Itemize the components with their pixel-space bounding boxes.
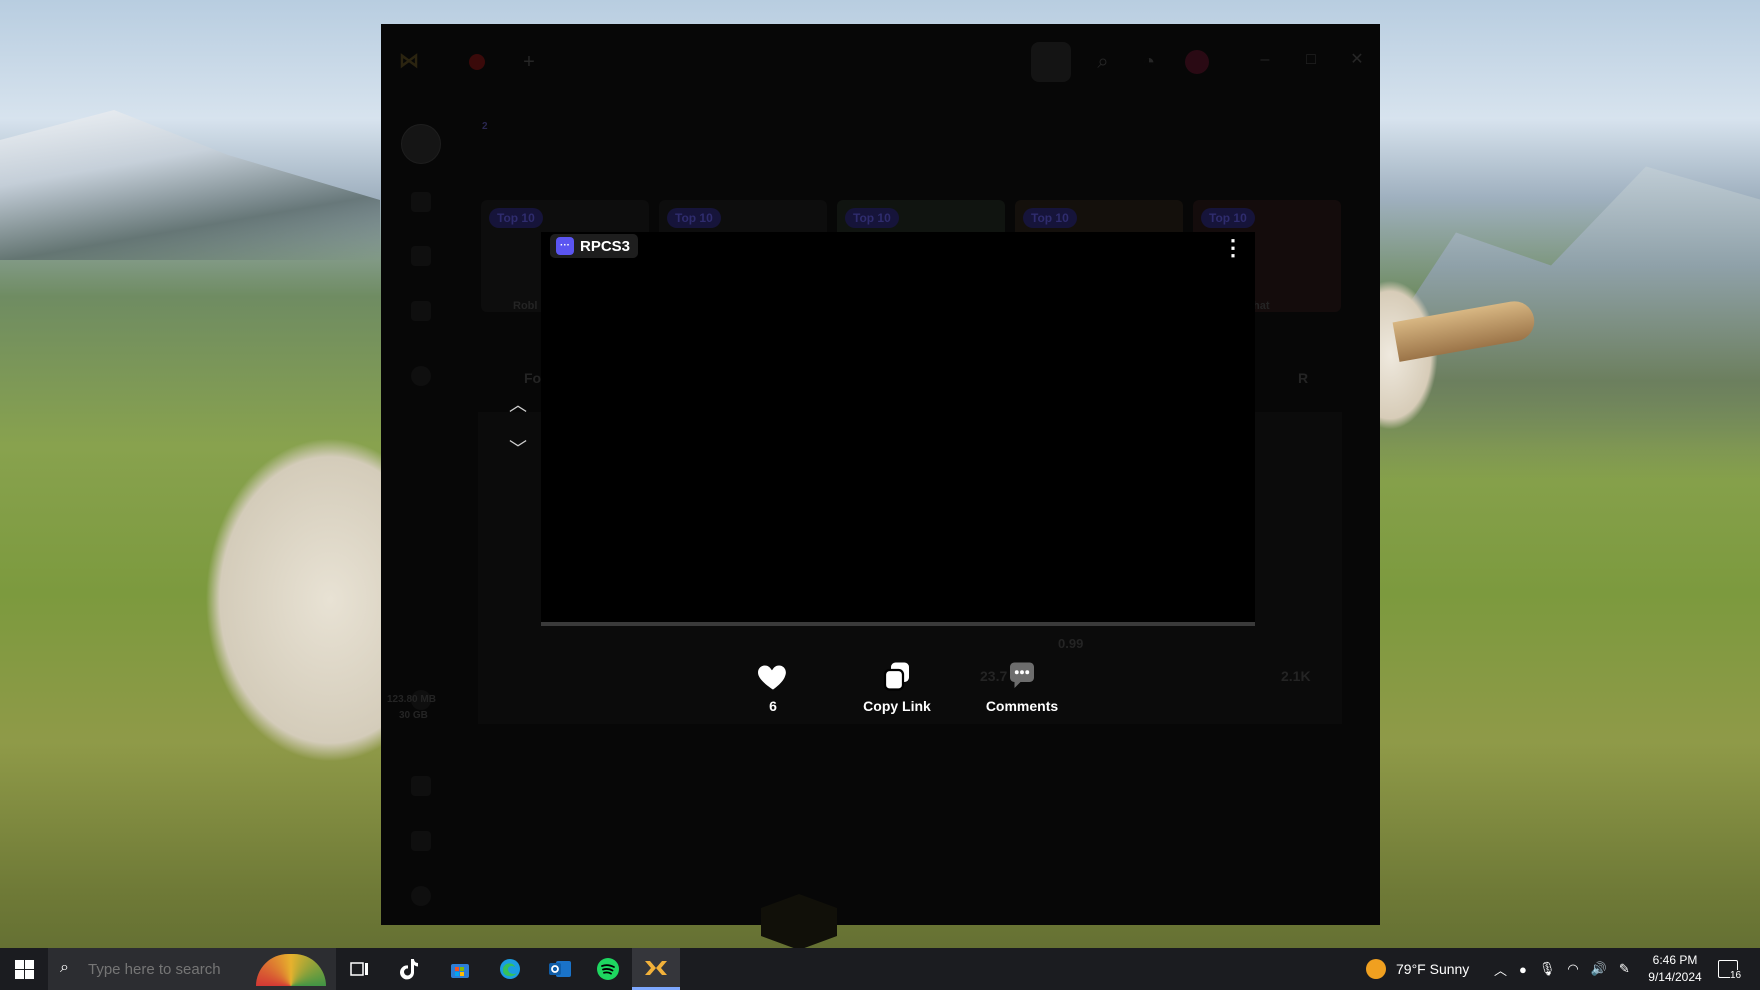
settings-icon[interactable]	[411, 886, 431, 906]
chevron-up-icon[interactable]: ︿	[1494, 960, 1507, 979]
top10-tag: Top 10	[667, 208, 721, 228]
minimize-button[interactable]: –	[1250, 48, 1280, 72]
search-icon: ⌕	[60, 959, 69, 976]
like-count: 6	[769, 698, 777, 714]
add-circle-icon[interactable]	[411, 366, 431, 386]
bell-icon[interactable]: ◔	[1137, 50, 1161, 74]
card-label: Robl	[513, 300, 538, 312]
add-icon[interactable]: +	[517, 50, 541, 74]
chat-icon[interactable]	[411, 301, 431, 321]
volume-icon[interactable]: 🔊	[1591, 961, 1607, 977]
weather-text: 79°F Sunny	[1396, 961, 1470, 977]
taskbar: ⌕ 79°F Sunny ︿ ● 🎙 ◠ 🔊 ✎ 6:46 PM 9/14/20…	[0, 948, 1760, 990]
wifi-icon[interactable]: ◠	[1567, 961, 1578, 977]
like-button[interactable]: 6	[718, 658, 828, 714]
edge-icon[interactable]	[486, 948, 534, 990]
previous-arrow-icon[interactable]: ︿	[506, 393, 530, 417]
feedback-icon[interactable]	[411, 831, 431, 851]
top10-tag: Top 10	[489, 208, 543, 228]
app-logo-icon[interactable]: ⋈	[399, 48, 431, 72]
maximize-button[interactable]: □	[1296, 48, 1326, 72]
copy-link-label: Copy Link	[863, 698, 931, 714]
top10-tag: Top 10	[1201, 208, 1255, 228]
system-tray: ︿ ● 🎙 ◠ 🔊 ✎	[1494, 948, 1630, 990]
top10-tag: Top 10	[1023, 208, 1077, 228]
heart-icon	[758, 665, 786, 690]
filter-label[interactable]: R	[1298, 370, 1308, 386]
phone-icon[interactable]	[411, 776, 431, 796]
comments-label: Comments	[985, 698, 1059, 714]
notification-badge: 2	[482, 121, 488, 132]
time-text: 6:46 PM	[1652, 953, 1698, 967]
avatar[interactable]	[1185, 50, 1209, 74]
video-progress-bar[interactable]	[541, 622, 1255, 626]
more-options-icon[interactable]: ⋮	[1222, 235, 1244, 261]
search-highlight-image	[256, 954, 326, 986]
home-icon[interactable]	[401, 124, 441, 164]
start-button[interactable]	[0, 948, 48, 990]
sun-icon	[1366, 959, 1386, 979]
views-count: 2.1K	[1281, 668, 1311, 684]
date-text: 9/14/2024	[1648, 970, 1702, 984]
weather-widget[interactable]: 79°F Sunny	[1366, 948, 1469, 990]
search-icon[interactable]: ⌕	[1091, 50, 1115, 74]
feed-tab-label[interactable]: Fo	[524, 370, 541, 386]
next-arrow-icon[interactable]: ﹀	[506, 437, 530, 461]
memory-stat: 123.80 MB	[387, 694, 436, 705]
app-name: RPCS3	[580, 237, 631, 255]
pen-icon[interactable]: ✎	[1619, 961, 1630, 977]
outlook-icon[interactable]	[536, 948, 584, 990]
medal-app-icon[interactable]	[632, 948, 680, 990]
store-icon[interactable]	[436, 948, 484, 990]
clock[interactable]: 6:46 PM 9/14/2024	[1640, 952, 1710, 986]
price-label: 0.99	[1058, 636, 1084, 651]
app-chip[interactable]: ··· RPCS3	[550, 234, 639, 258]
top10-tag: Top 10	[845, 208, 899, 228]
tiktok-icon[interactable]	[386, 948, 434, 990]
bot-icon[interactable]	[1031, 42, 1071, 82]
title-bar: ⋈ + ⌕ ◔ – □ ✕	[381, 24, 1380, 96]
search-input[interactable]	[88, 960, 268, 978]
spotify-icon[interactable]	[584, 948, 632, 990]
comments-button[interactable]: Comments	[967, 658, 1077, 714]
record-icon[interactable]	[469, 54, 485, 70]
copy-icon	[883, 662, 909, 691]
card-label: hat	[1253, 300, 1270, 312]
video-player[interactable]	[541, 232, 1255, 624]
gift-icon[interactable]	[411, 192, 431, 212]
antivirus-icon[interactable]: ●	[1519, 962, 1527, 977]
microphone-icon[interactable]: 🎙	[1539, 961, 1556, 977]
taskbar-search[interactable]: ⌕	[48, 948, 336, 990]
sidebar	[381, 96, 461, 925]
folder-icon[interactable]	[411, 246, 431, 266]
notification-center-button[interactable]: 16	[1718, 948, 1742, 990]
storage-stat: 30 GB	[399, 710, 428, 721]
comment-icon	[1010, 662, 1034, 688]
close-button[interactable]: ✕	[1342, 48, 1372, 72]
copy-link-button[interactable]: Copy Link	[842, 658, 952, 714]
task-view-icon[interactable]	[336, 948, 384, 990]
notification-count: 16	[1730, 970, 1742, 981]
rpcs3-logo-icon: ···	[556, 237, 574, 255]
